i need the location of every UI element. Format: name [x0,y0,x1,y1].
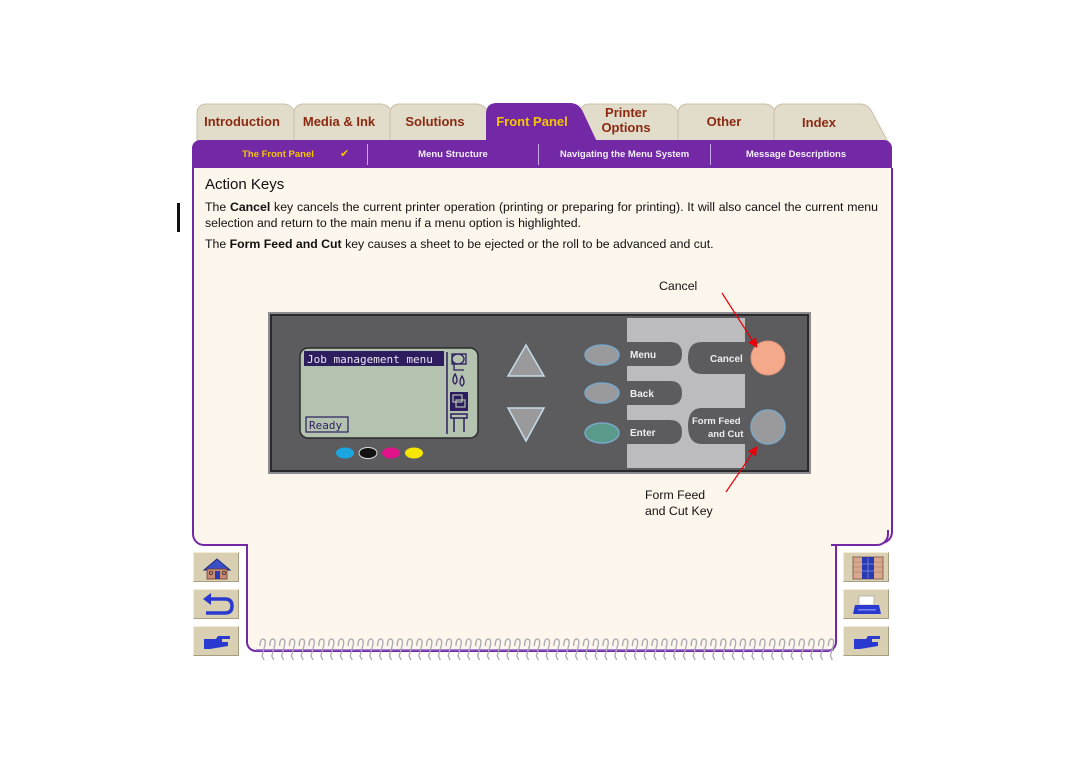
spiral-binding [256,638,835,661]
home-icon [202,558,232,580]
next-page-icon [204,636,230,649]
contents-button[interactable] [843,552,889,582]
formfeed-callout-arrow [725,446,758,493]
home-button[interactable] [193,552,239,582]
previous-page-button[interactable] [843,626,889,656]
next-page-button[interactable] [193,626,239,656]
print-button[interactable] [843,589,889,619]
print-icon [853,595,881,614]
cancel-callout-arrow [721,292,758,349]
contents-door-icon [852,556,884,580]
previous-page-icon [854,636,880,649]
back-button[interactable] [193,589,239,619]
back-icon [203,593,234,615]
